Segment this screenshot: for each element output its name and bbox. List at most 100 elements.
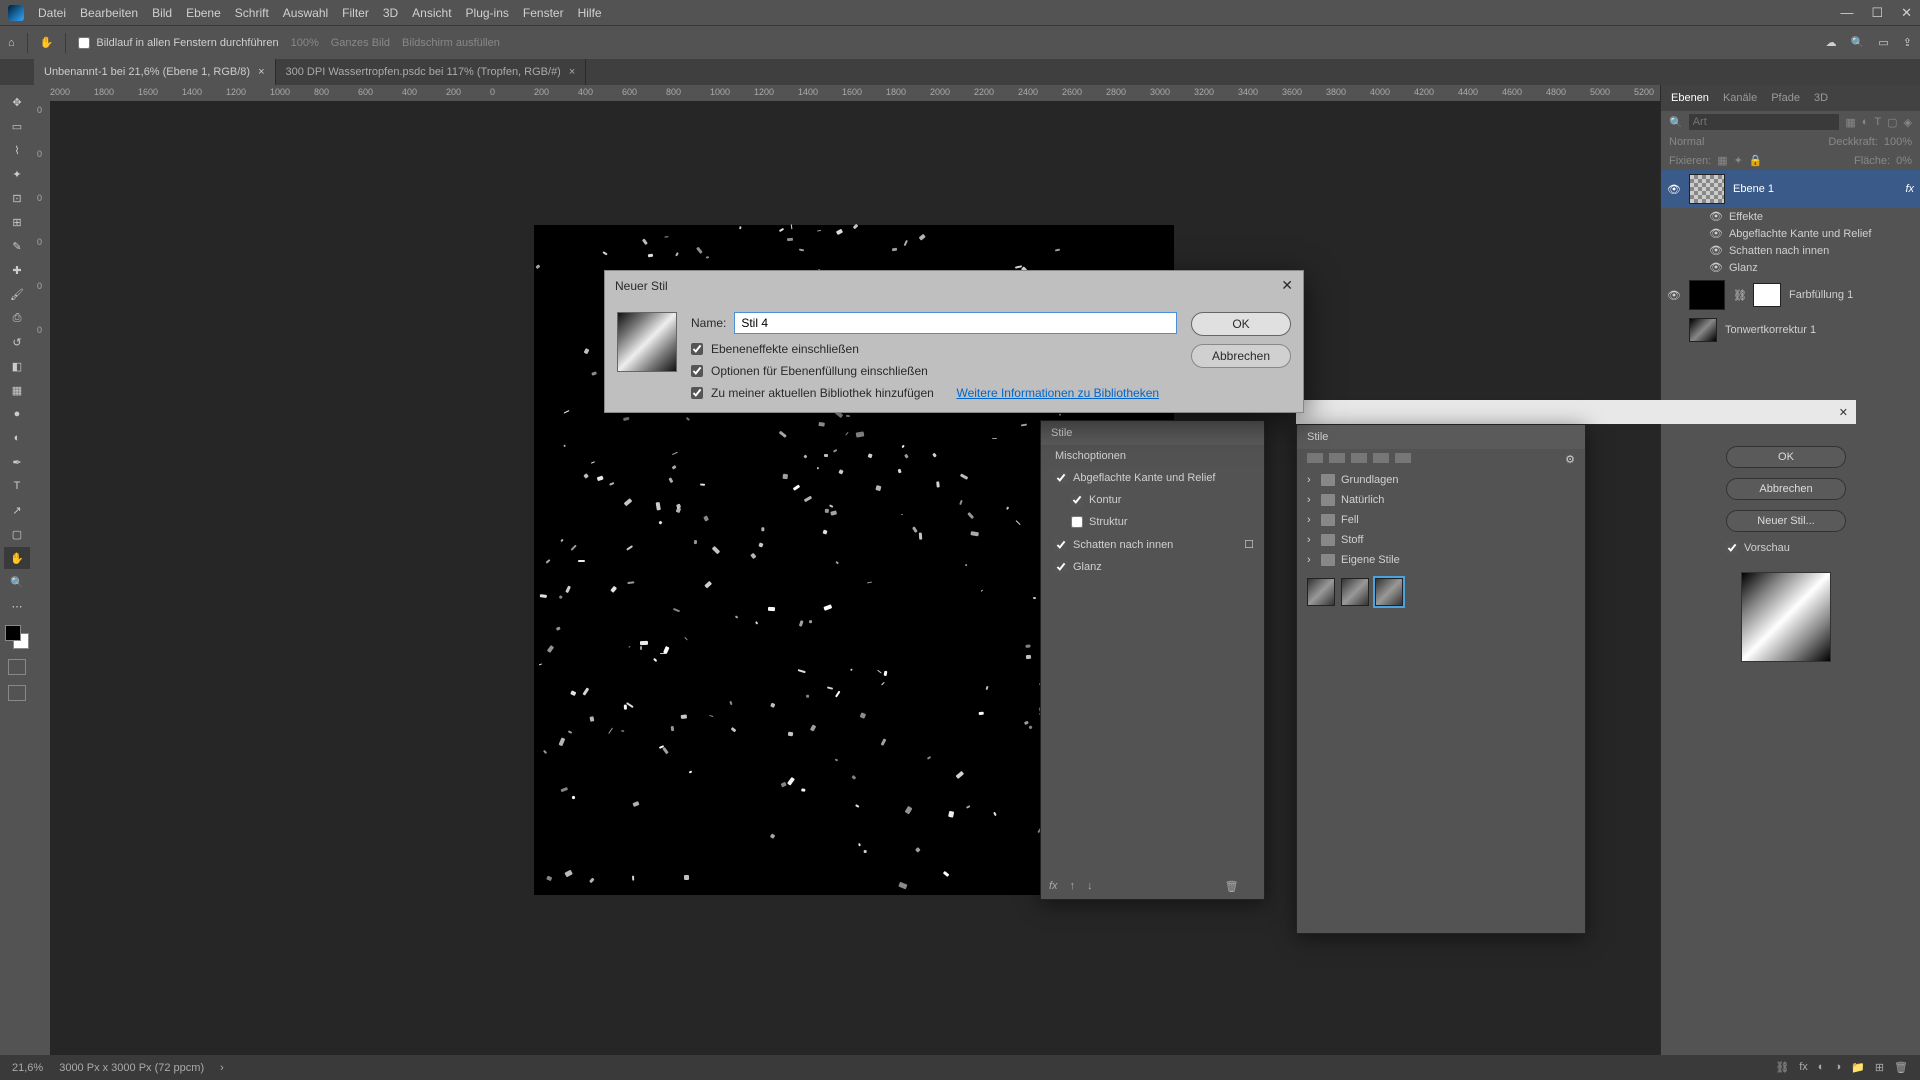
menu-schrift[interactable]: Schrift [235,6,269,20]
style-swatch-2[interactable] [1341,578,1369,606]
color-swatch[interactable] [5,625,29,649]
wand-tool-icon[interactable]: ✦ [4,163,30,185]
style-swatch-3[interactable] [1375,578,1403,606]
hand-tool-icon[interactable]: ✋ [40,36,54,49]
fill-screen-button[interactable]: Bildschirm ausfüllen [402,37,500,49]
type-tool-icon[interactable]: T [4,475,30,497]
workspace-icon[interactable]: ▭ [1878,36,1888,49]
filter-type-icon[interactable]: T [1874,116,1881,128]
shape-tool-icon[interactable]: ▢ [4,523,30,545]
tab-3d[interactable]: 3D [1814,92,1828,104]
layer-thumb[interactable] [1689,280,1725,310]
share-icon[interactable]: ⇪ [1903,36,1912,49]
eraser-tool-icon[interactable]: ◧ [4,355,30,377]
menu-ebene[interactable]: Ebene [186,6,221,20]
path-tool-icon[interactable]: ↗ [4,499,30,521]
ok-button[interactable]: OK [1726,446,1846,468]
filter-icon[interactable]: 🔍 [1669,116,1683,129]
ls-struktur[interactable]: Struktur [1041,511,1264,533]
status-dims[interactable]: 3000 Px x 3000 Px (72 ppcm) [59,1062,204,1074]
style-chip[interactable] [1373,453,1389,463]
fx-glanz[interactable]: 👁Glanz [1661,259,1920,276]
filter-pixel-icon[interactable]: ▦ [1845,116,1855,129]
folder-fell[interactable]: ›Fell [1297,510,1585,530]
sb-trash-icon[interactable]: 🗑 [1894,1061,1908,1074]
ns-chk-fill[interactable] [691,365,703,377]
edit-toolbar-icon[interactable]: ⋯ [4,595,30,617]
menu-bearbeiten[interactable]: Bearbeiten [80,6,138,20]
close-ns-icon[interactable]: ✕ [1281,277,1293,294]
ns-ok-button[interactable]: OK [1191,312,1291,336]
cancel-button[interactable]: Abbrechen [1726,478,1846,500]
marquee-tool-icon[interactable]: ▭ [4,115,30,137]
tab-pfade[interactable]: Pfade [1771,92,1800,104]
doc-tab-1[interactable]: Unbenannt-1 bei 21,6% (Ebene 1, RGB/8) × [34,59,276,85]
fx-badge[interactable]: fx [1905,183,1914,195]
lasso-tool-icon[interactable]: ⌇ [4,139,30,161]
filter-smart-icon[interactable]: ◈ [1904,116,1912,129]
quickmask-icon[interactable] [8,659,26,675]
status-zoom[interactable]: 21,6% [12,1062,43,1074]
tab-kanaele[interactable]: Kanäle [1723,92,1757,104]
style-chip[interactable] [1351,453,1367,463]
sb-adj-icon[interactable]: ◑ [1834,1061,1841,1074]
heal-tool-icon[interactable]: ✚ [4,259,30,281]
sb-new-icon[interactable]: ⊞ [1875,1061,1884,1074]
menu-datei[interactable]: Datei [38,6,66,20]
menu-ansicht[interactable]: Ansicht [412,6,451,20]
fill-value[interactable]: 0% [1896,155,1912,167]
sb-fx-icon[interactable]: fx [1799,1061,1808,1074]
folder-eigene[interactable]: ›Eigene Stile [1297,550,1585,570]
layer-thumb[interactable] [1689,174,1725,204]
ls-kontur[interactable]: Kontur [1041,489,1264,511]
ns-chk-effects[interactable] [691,343,703,355]
lock-pixels-icon[interactable]: ▦ [1717,154,1727,167]
mask-thumb[interactable] [1753,283,1781,307]
sb-folder-icon[interactable]: 📁 [1851,1061,1865,1074]
visibility-icon[interactable]: 👁 [1667,289,1681,302]
ns-titlebar[interactable]: Neuer Stil ✕ [605,271,1303,300]
layer-tonwert[interactable]: Tonwertkorrektur 1 [1661,314,1920,346]
dodge-tool-icon[interactable]: ◐ [4,427,30,449]
hand-tool-icon[interactable]: ✋ [4,547,30,569]
search-icon[interactable]: 🔍 [1851,36,1865,49]
filter-shape-icon[interactable]: ▢ [1887,116,1897,129]
new-style-button[interactable]: Neuer Stil... [1726,510,1846,532]
ns-name-input[interactable] [734,312,1177,334]
opacity-value[interactable]: 100% [1884,136,1912,148]
fx-inner-shadow[interactable]: 👁Schatten nach innen [1661,242,1920,259]
layer-name[interactable]: Farbfüllung 1 [1789,289,1853,301]
plus-icon[interactable]: ☐ [1244,538,1254,551]
close-tab-1-icon[interactable]: × [258,66,264,78]
folder-natuerlich[interactable]: ›Natürlich [1297,490,1585,510]
layer-filter-input[interactable] [1689,114,1840,130]
maximize-icon[interactable]: ☐ [1871,5,1883,21]
folder-stoff[interactable]: ›Stoff [1297,530,1585,550]
preview-checkbox[interactable]: Vorschau [1726,542,1846,554]
layer-name[interactable]: Ebene 1 [1733,183,1774,195]
up-icon[interactable]: ↑ [1070,880,1076,893]
history-brush-icon[interactable]: ↺ [4,331,30,353]
ls-inner-shadow[interactable]: Schatten nach innen☐ [1041,533,1264,556]
ls-bevel[interactable]: Abgeflachte Kante und Relief [1041,467,1264,489]
ns-library-link[interactable]: Weitere Informationen zu Bibliotheken [956,386,1159,400]
fit-button[interactable]: Ganzes Bild [331,37,390,49]
close-styles-icon[interactable]: ✕ [1839,406,1848,419]
trash-icon[interactable]: 🗑 [1225,880,1239,893]
tab-ebenen[interactable]: Ebenen [1671,92,1709,104]
minimize-icon[interactable]: — [1840,5,1853,21]
zoom-100-button[interactable]: 100% [291,37,319,49]
zoom-tool-icon[interactable]: 🔍 [4,571,30,593]
style-swatch-1[interactable] [1307,578,1335,606]
close-tab-2-icon[interactable]: × [569,66,575,78]
layer-ebene-1[interactable]: 👁 Ebene 1 fx [1661,170,1920,208]
screenmode-icon[interactable] [8,685,26,701]
home-icon[interactable]: ⌂ [8,37,15,49]
sb-mask-icon[interactable]: ◐ [1818,1061,1825,1074]
menu-3d[interactable]: 3D [383,6,398,20]
ns-cancel-button[interactable]: Abbrechen [1191,344,1291,368]
layer-name[interactable]: Tonwertkorrektur 1 [1725,324,1816,336]
effects-header[interactable]: 👁Effekte [1661,208,1920,225]
frame-tool-icon[interactable]: ⊞ [4,211,30,233]
cloud-icon[interactable]: ☁ [1826,36,1837,49]
